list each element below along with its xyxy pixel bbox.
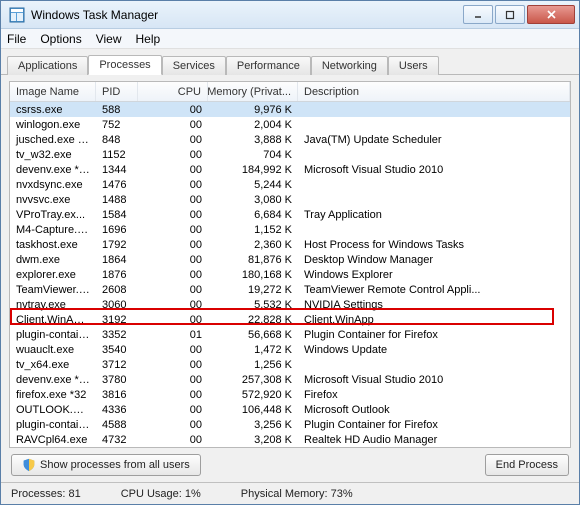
process-list: Image Name PID CPU Memory (Privat... Des… — [9, 81, 571, 448]
tab-strip: Applications Processes Services Performa… — [1, 49, 579, 75]
table-row[interactable]: devenv.exe *32134400184,992 KMicrosoft V… — [10, 162, 570, 177]
end-process-button[interactable]: End Process — [485, 454, 569, 476]
process-rows[interactable]: csrss.exe588009,976 Kwinlogon.exe752002,… — [10, 102, 570, 447]
tab-performance[interactable]: Performance — [226, 56, 311, 75]
table-row[interactable]: OUTLOOK.EX...433600106,448 KMicrosoft Ou… — [10, 402, 570, 417]
table-row[interactable]: nvvsvc.exe1488003,080 K — [10, 192, 570, 207]
table-row[interactable]: M4-Capture.exe1696001,152 K — [10, 222, 570, 237]
table-row[interactable]: taskhost.exe1792002,360 KHost Process fo… — [10, 237, 570, 252]
status-processes: Processes: 81 — [11, 488, 81, 500]
shield-icon — [22, 458, 36, 472]
table-row[interactable]: wuauclt.exe3540001,472 KWindows Update — [10, 342, 570, 357]
menu-help[interactable]: Help — [136, 32, 161, 46]
menu-view[interactable]: View — [96, 32, 122, 46]
header-image-name[interactable]: Image Name — [10, 82, 96, 101]
menu-options[interactable]: Options — [40, 32, 81, 46]
window-title: Windows Task Manager — [31, 8, 461, 22]
maximize-button[interactable] — [495, 5, 525, 24]
table-row[interactable]: firefox.exe *32381600572,920 KFirefox — [10, 387, 570, 402]
table-row[interactable]: plugin-contain...4588003,256 KPlugin Con… — [10, 417, 570, 432]
header-cpu[interactable]: CPU — [138, 82, 208, 101]
tab-users[interactable]: Users — [388, 56, 439, 75]
header-description[interactable]: Description — [298, 82, 570, 101]
app-icon — [9, 7, 25, 23]
content-area: Image Name PID CPU Memory (Privat... Des… — [1, 75, 579, 482]
header-memory[interactable]: Memory (Privat... — [208, 82, 298, 101]
tab-processes[interactable]: Processes — [88, 55, 161, 75]
end-process-label: End Process — [496, 459, 558, 471]
menu-file[interactable]: File — [7, 32, 26, 46]
table-row[interactable]: dwm.exe18640081,876 KDesktop Window Mana… — [10, 252, 570, 267]
close-button[interactable] — [527, 5, 575, 24]
table-row[interactable]: VProTray.ex...1584006,684 KTray Applicat… — [10, 207, 570, 222]
table-row[interactable]: devenv.exe *32378000257,308 KMicrosoft V… — [10, 372, 570, 387]
button-row: Show processes from all users End Proces… — [9, 448, 571, 478]
task-manager-window: Windows Task Manager File Options View H… — [0, 0, 580, 505]
table-row[interactable]: csrss.exe588009,976 K — [10, 102, 570, 117]
table-row[interactable]: RAVCpl64.exe4732003,208 KRealtek HD Audi… — [10, 432, 570, 447]
minimize-button[interactable] — [463, 5, 493, 24]
table-row[interactable]: jusched.exe *32848003,888 KJava(TM) Upda… — [10, 132, 570, 147]
table-row[interactable]: tv_w32.exe115200704 K — [10, 147, 570, 162]
status-bar: Processes: 81 CPU Usage: 1% Physical Mem… — [1, 482, 579, 504]
table-row[interactable]: winlogon.exe752002,004 K — [10, 117, 570, 132]
tab-applications[interactable]: Applications — [7, 56, 88, 75]
tab-services[interactable]: Services — [162, 56, 226, 75]
menubar: File Options View Help — [1, 29, 579, 49]
show-all-users-label: Show processes from all users — [40, 459, 190, 471]
column-headers: Image Name PID CPU Memory (Privat... Des… — [10, 82, 570, 102]
header-pid[interactable]: PID — [96, 82, 138, 101]
status-memory: Physical Memory: 73% — [241, 488, 353, 500]
status-cpu: CPU Usage: 1% — [121, 488, 201, 500]
table-row[interactable]: TeamViewer.e...26080019,272 KTeamViewer … — [10, 282, 570, 297]
table-row[interactable]: Client.WinApp...31920022,828 KClient.Win… — [10, 312, 570, 327]
table-row[interactable]: explorer.exe187600180,168 KWindows Explo… — [10, 267, 570, 282]
table-row[interactable]: tv_x64.exe3712001,256 K — [10, 357, 570, 372]
titlebar[interactable]: Windows Task Manager — [1, 1, 579, 29]
table-row[interactable]: nvxdsync.exe1476005,244 K — [10, 177, 570, 192]
show-all-users-button[interactable]: Show processes from all users — [11, 454, 201, 476]
table-row[interactable]: nvtray.exe3060005,532 KNVIDIA Settings — [10, 297, 570, 312]
table-row[interactable]: plugin-contain...33520156,668 KPlugin Co… — [10, 327, 570, 342]
tab-networking[interactable]: Networking — [311, 56, 388, 75]
